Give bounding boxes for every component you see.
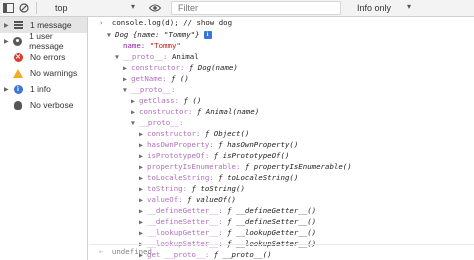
tree-node-object-prop[interactable]: ▶ __lookupGetter__: ƒ __lookupGetter__() — [139, 227, 316, 238]
console-input-text: console.log(d); // show dog — [111, 18, 233, 27]
property-value: ƒ hasOwnProperty() — [218, 140, 299, 149]
prompt-chevron-icon: › — [99, 18, 104, 27]
console-input-line[interactable]: › console.log(d); // show dog — [99, 17, 232, 28]
sidebar-toggle-icon[interactable] — [0, 0, 16, 16]
property-key: toLocaleString: — [147, 173, 214, 182]
tree-node-dog[interactable]: ▼ Dog {name: "Tommy"} i — [107, 29, 212, 40]
property-value: ƒ toString() — [191, 184, 245, 193]
tree-node-object-prop[interactable]: ▶ toLocaleString: ƒ toLocaleString() — [139, 172, 298, 183]
context-label: top — [55, 3, 68, 13]
console-sidebar: ▶ 1 message ▶ 1 user message ✕ No errors… — [0, 17, 88, 260]
sidebar-item-label: 1 user message — [29, 31, 64, 51]
expanded-triangle-icon[interactable]: ▼ — [131, 118, 139, 129]
property-value: ƒ valueOf() — [187, 195, 237, 204]
info-icon: i — [12, 83, 24, 95]
tree-node-object-prop[interactable]: ▶ propertyIsEnumerable: ƒ propertyIsEnume… — [139, 161, 352, 172]
property-value: ƒ __proto__() — [213, 250, 272, 259]
log-levels-dropdown[interactable]: Info only ▾ — [353, 1, 411, 15]
sidebar-item-verbose[interactable]: No verbose — [0, 97, 87, 113]
expand-caret-icon[interactable]: ▶ — [4, 86, 12, 93]
sidebar-item-label: No warnings — [30, 68, 78, 78]
tree-node-object-prop[interactable]: ▶ hasOwnProperty: ƒ hasOwnProperty() — [139, 139, 298, 150]
sidebar-item-warnings[interactable]: No warnings — [0, 65, 87, 81]
levels-dropdown-icon: ▾ — [406, 2, 411, 11]
property-key: propertyIsEnumerable: — [147, 162, 241, 171]
tree-node-object-prop[interactable]: ▶ toString: ƒ toString() — [139, 183, 245, 194]
property-value: ƒ __lookupGetter__() — [227, 228, 317, 237]
property-key: toString: — [147, 184, 188, 193]
tree-node-proto-2[interactable]: ▼ __proto__: — [123, 84, 176, 95]
toolbar-divider — [36, 2, 37, 14]
sidebar-item-errors[interactable]: ✕ No errors — [0, 49, 87, 65]
expanded-triangle-icon[interactable]: ▼ — [107, 30, 115, 41]
sidebar-item-label: 1 message — [30, 20, 72, 30]
filter-input[interactable] — [171, 1, 341, 15]
tree-node-object-prop[interactable]: ▶ __defineGetter__: ƒ __defineGetter__() — [139, 205, 316, 216]
property-key: constructor: — [147, 129, 201, 138]
property-key: __defineSetter__: — [147, 217, 223, 226]
sidebar-item-label: No verbose — [30, 100, 74, 110]
expand-caret-icon[interactable]: ▶ — [4, 22, 12, 29]
user-icon — [12, 35, 23, 47]
error-icon: ✕ — [13, 52, 23, 62]
property-key: get __proto__: — [147, 250, 210, 259]
property-value: ƒ __defineGetter__() — [227, 206, 317, 215]
tree-node-object-prop[interactable]: ▶ valueOf: ƒ valueOf() — [139, 194, 236, 205]
tree-node-getclass[interactable]: ▶ getClass: ƒ () — [131, 95, 201, 106]
console-result-text: undefined — [111, 247, 152, 256]
property-value: ƒ Object() — [204, 129, 250, 138]
warning-icon — [12, 67, 24, 79]
tree-prop-name: name: "Tommy" — [123, 41, 181, 50]
live-expression-eye-icon[interactable] — [147, 0, 163, 16]
property-key: valueOf: — [147, 195, 183, 204]
tree-node-getname[interactable]: ▶ getName: ƒ () — [123, 73, 189, 84]
expand-caret-icon[interactable]: ▶ — [4, 38, 12, 45]
tree-node-proto-3[interactable]: ▼ __proto__: — [131, 117, 184, 128]
context-dropdown-icon: ▾ — [131, 2, 136, 11]
sidebar-item-user-messages[interactable]: ▶ 1 user message — [0, 31, 87, 51]
console-divider — [89, 244, 474, 245]
list-icon — [12, 19, 24, 31]
expanded-triangle-icon[interactable]: ▼ — [123, 85, 131, 96]
tree-node-object-prop[interactable]: ▶ isPrototypeOf: ƒ isPrototypeOf() — [139, 150, 289, 161]
expanded-triangle-icon[interactable]: ▼ — [115, 52, 123, 63]
console-toolbar: top ▾ Info only ▾ — [0, 0, 474, 17]
property-value: ƒ isPrototypeOf() — [213, 151, 290, 160]
bug-icon — [12, 99, 24, 111]
sidebar-item-info[interactable]: ▶ i 1 info — [0, 81, 87, 97]
property-key: __defineGetter__: — [147, 206, 223, 215]
tree-node-object-prop[interactable]: ▶ __defineSetter__: ƒ __defineSetter__() — [139, 216, 316, 227]
result-arrow-icon: ← — [99, 247, 104, 256]
property-key: isPrototypeOf: — [147, 151, 210, 160]
tree-node-constructor-dog[interactable]: ▶ constructor: ƒ Dog(name) — [123, 62, 238, 73]
sidebar-item-label: No errors — [30, 52, 66, 62]
tree-node-object-prop[interactable]: ▶ constructor: ƒ Object() — [139, 128, 249, 139]
log-levels-label: Info only — [357, 3, 392, 13]
property-value: ƒ __defineSetter__() — [227, 217, 317, 226]
tree-node-constructor-animal[interactable]: ▶ constructor: ƒ Animal(name) — [131, 106, 259, 117]
console-output: › console.log(d); // show dog ▼ Dog {name… — [89, 17, 474, 260]
console-result-line: ← undefined — [99, 246, 152, 257]
property-key: __lookupGetter__: — [147, 228, 223, 237]
tree-node-object-prop[interactable]: ▶ get __proto__: ƒ __proto__() — [139, 249, 272, 260]
property-value: ƒ propertyIsEnumerable() — [244, 162, 352, 171]
info-badge-icon[interactable]: i — [203, 31, 212, 39]
property-value: ƒ toLocaleString() — [218, 173, 299, 182]
clear-console-icon[interactable] — [16, 0, 32, 16]
property-key: hasOwnProperty: — [147, 140, 214, 149]
sidebar-item-label: 1 info — [30, 84, 51, 94]
tree-node-proto-animal[interactable]: ▼ __proto__: Animal — [115, 51, 199, 62]
context-selector[interactable]: top ▾ — [41, 1, 135, 15]
